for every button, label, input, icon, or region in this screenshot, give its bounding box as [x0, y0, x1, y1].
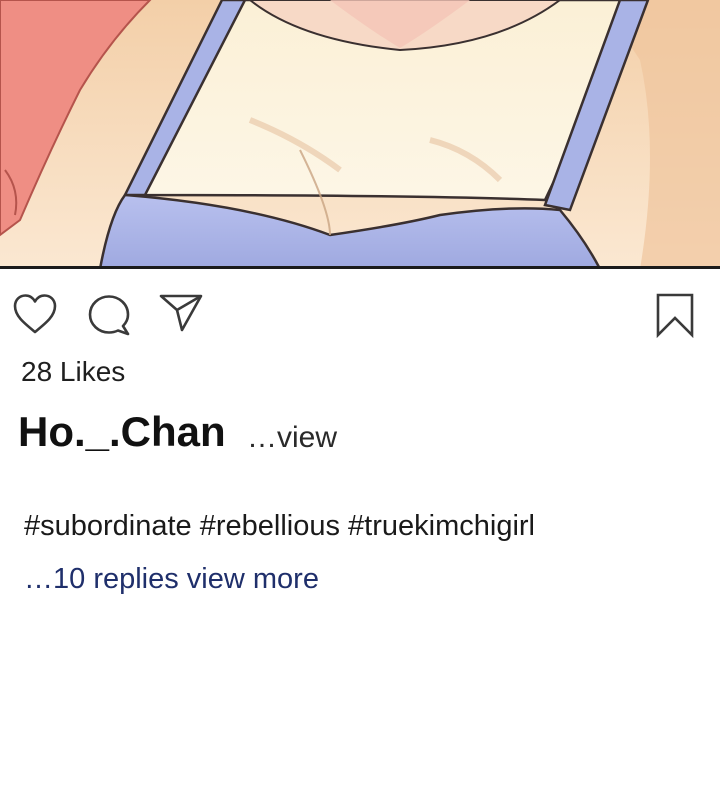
heart-icon[interactable]	[12, 293, 58, 335]
post-username[interactable]: Ho._.Chan	[18, 408, 226, 456]
paper-plane-icon[interactable]	[158, 293, 204, 333]
post-hashtags: #subordinate #rebellious #truekimchigirl	[24, 510, 535, 542]
view-replies-link[interactable]: …10 replies view more	[24, 563, 319, 596]
post-card: 28 Likes Ho._.Chan …view #subordinate #r…	[0, 0, 720, 805]
bookmark-icon[interactable]	[655, 292, 695, 338]
caption-view-more-link[interactable]: …view	[247, 421, 337, 455]
post-image[interactable]	[0, 0, 720, 269]
illustration	[0, 0, 720, 269]
likes-count: 28 Likes	[21, 356, 126, 387]
comment-bubble-icon[interactable]	[87, 293, 131, 337]
image-divider	[0, 266, 720, 269]
